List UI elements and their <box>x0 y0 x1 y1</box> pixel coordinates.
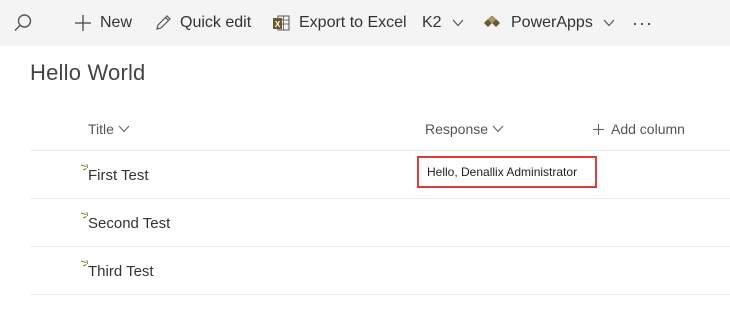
column-header-title[interactable]: Title <box>88 108 130 150</box>
export-to-excel-button[interactable]: X Export to Excel <box>272 0 407 46</box>
new-label: New <box>100 14 133 31</box>
more-options-button[interactable]: ··· <box>632 0 653 46</box>
powerapps-menu-button[interactable]: PowerApps <box>483 0 615 46</box>
row-title-link[interactable]: Second Test <box>88 215 170 232</box>
powerapps-label: PowerApps <box>511 14 593 31</box>
row-title-link[interactable]: First Test <box>88 167 149 184</box>
command-bar: New Quick edit X Export to Excel K2 Powe… <box>0 0 730 46</box>
k2-menu-button[interactable]: K2 <box>422 0 464 46</box>
add-column-label: Add column <box>611 121 685 137</box>
chevron-down-icon <box>492 125 504 133</box>
svg-text:X: X <box>275 20 281 29</box>
list-row[interactable]: First Test Hello, Denallix Administrator <box>30 151 730 199</box>
chevron-down-icon <box>603 19 615 27</box>
new-button[interactable]: New <box>74 0 132 46</box>
more-icon: ··· <box>632 13 653 33</box>
plus-icon <box>593 123 604 135</box>
page-title: Hello World <box>30 60 146 85</box>
chevron-down-icon <box>452 19 464 27</box>
quick-edit-label: Quick edit <box>180 14 252 31</box>
pencil-icon <box>154 14 172 32</box>
quick-edit-button[interactable]: Quick edit <box>154 0 251 46</box>
column-header-response[interactable]: Response <box>425 108 504 150</box>
excel-icon: X <box>272 14 290 32</box>
list-view: Title Response Add column First Test Hel… <box>30 108 730 295</box>
powerapps-icon <box>483 16 501 30</box>
column-header-title-label: Title <box>88 121 114 137</box>
add-column-button[interactable]: Add column <box>593 108 685 150</box>
plus-icon <box>74 14 92 32</box>
row-title-link[interactable]: Third Test <box>88 263 154 280</box>
k2-label: K2 <box>422 14 442 31</box>
list-header-row: Title Response Add column <box>30 108 730 151</box>
search-icon <box>13 13 33 33</box>
row-response-cell: Hello, Denallix Administrator <box>417 156 597 188</box>
export-to-excel-label: Export to Excel <box>299 14 407 31</box>
chevron-down-icon <box>118 125 130 133</box>
list-row[interactable]: Third Test <box>30 247 730 295</box>
list-row[interactable]: Second Test <box>30 199 730 247</box>
column-header-response-label: Response <box>425 121 489 137</box>
search-button[interactable] <box>10 0 36 46</box>
